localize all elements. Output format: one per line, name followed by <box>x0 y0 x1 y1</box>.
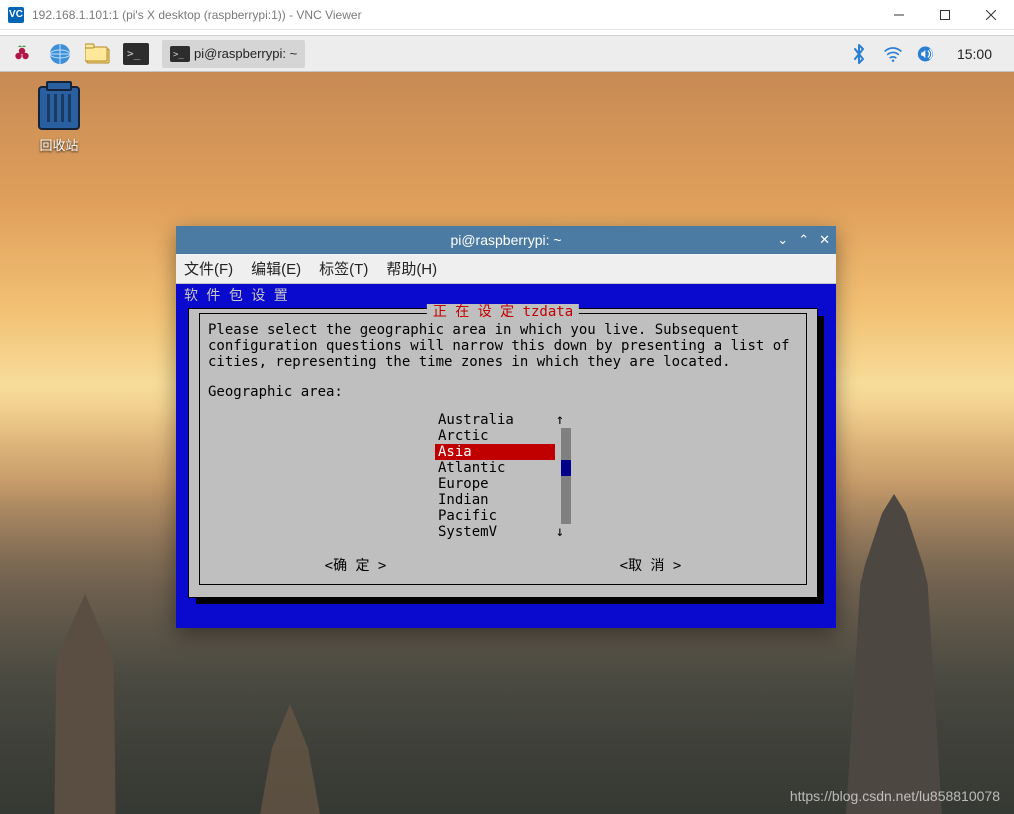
panel-clock[interactable]: 15:00 <box>951 46 998 62</box>
list-item[interactable]: Indian <box>435 492 555 508</box>
list-item[interactable]: Arctic <box>435 428 555 444</box>
terminal-window: pi@raspberrypi: ~ ⌄ ⌃ ✕ 文件(F) 编辑(E) 标签(T… <box>176 226 836 628</box>
ok-button[interactable]: <确 定 > <box>325 558 387 574</box>
watermark-text: https://blog.csdn.net/lu858810078 <box>790 788 1000 804</box>
taskbar-item-terminal[interactable]: >_ pi@raspberrypi: ~ <box>162 40 305 68</box>
volume-icon[interactable] <box>917 44 937 64</box>
web-browser-button[interactable] <box>42 39 78 69</box>
trash-icon <box>38 86 80 130</box>
scroll-down-icon[interactable]: ↓ <box>555 524 565 540</box>
terminal-minimize-icon[interactable]: ⌄ <box>777 232 788 248</box>
wifi-icon[interactable] <box>883 44 903 64</box>
list-item[interactable]: Europe <box>435 476 555 492</box>
scrollbar-track[interactable] <box>561 428 571 444</box>
menu-edit[interactable]: 编辑(E) <box>251 258 301 279</box>
list-item[interactable]: Atlantic <box>435 460 555 476</box>
terminal-menu-bar: 文件(F) 编辑(E) 标签(T) 帮助(H) <box>176 254 836 284</box>
terminal-maximize-icon[interactable]: ⌃ <box>798 232 809 248</box>
scrollbar-track[interactable] <box>561 476 571 492</box>
list-item[interactable]: Australia <box>435 412 555 428</box>
terminal-body: 软 件 包 设 置 正 在 设 定 tzdata Please select t… <box>176 284 836 628</box>
trash-label: 回收站 <box>24 135 94 154</box>
svg-text:>_: >_ <box>127 47 141 60</box>
maximize-button[interactable] <box>922 0 968 30</box>
geographic-area-list[interactable]: Australia↑ Arctic Asia Atlantic Europe I… <box>208 412 798 540</box>
scrollbar-thumb[interactable] <box>561 460 571 476</box>
dialog-title: 正 在 设 定 tzdata <box>427 304 579 320</box>
svg-text:>_: >_ <box>173 50 184 60</box>
menu-file[interactable]: 文件(F) <box>184 258 233 279</box>
pi-top-panel: >_ >_ pi@raspberrypi: ~ 15:00 <box>0 36 1014 72</box>
close-button[interactable] <box>968 0 1014 30</box>
dialog-body-text: Please select the geographic area in whi… <box>208 322 798 370</box>
taskbar-item-label: pi@raspberrypi: ~ <box>194 46 297 61</box>
minimize-button[interactable] <box>876 0 922 30</box>
terminal-title-text: pi@raspberrypi: ~ <box>450 232 561 248</box>
dialog-prompt: Geographic area: <box>208 384 798 400</box>
system-tray: 15:00 <box>837 44 1010 64</box>
menu-button[interactable] <box>4 39 40 69</box>
bluetooth-icon[interactable] <box>849 44 869 64</box>
trash-desktop-icon[interactable]: 回收站 <box>24 86 94 154</box>
scrollbar-track[interactable] <box>561 492 571 508</box>
vnc-icon: VC <box>8 7 24 23</box>
terminal-close-icon[interactable]: ✕ <box>819 232 830 248</box>
tzdata-dialog: 正 在 设 定 tzdata Please select the geograp… <box>188 308 818 598</box>
menu-help[interactable]: 帮助(H) <box>386 258 437 279</box>
scrollbar-track[interactable] <box>561 508 571 524</box>
scrollbar-track[interactable] <box>561 444 571 460</box>
terminal-titlebar[interactable]: pi@raspberrypi: ~ ⌄ ⌃ ✕ <box>176 226 836 254</box>
list-item[interactable]: SystemV <box>435 524 555 540</box>
pi-desktop[interactable]: 回收站 pi@raspberrypi: ~ ⌄ ⌃ ✕ 文件(F) 编辑(E) … <box>0 72 1014 814</box>
list-item[interactable]: Pacific <box>435 508 555 524</box>
window-title: 192.168.1.101:1 (pi's X desktop (raspber… <box>32 8 876 22</box>
cancel-button[interactable]: <取 消 > <box>620 558 682 574</box>
scroll-up-icon[interactable]: ↑ <box>555 412 565 428</box>
menu-tabs[interactable]: 标签(T) <box>319 258 368 279</box>
terminal-icon: >_ <box>170 46 190 62</box>
file-manager-button[interactable] <box>80 39 116 69</box>
windows-titlebar: VC 192.168.1.101:1 (pi's X desktop (rasp… <box>0 0 1014 30</box>
terminal-launcher-button[interactable]: >_ <box>118 39 154 69</box>
list-item-selected[interactable]: Asia <box>435 444 555 460</box>
